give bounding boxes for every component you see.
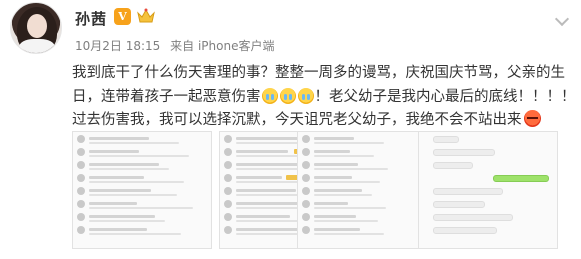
post-line-1: 我到底干了什么伤天害理的事？整整一周多的谩骂，庆祝国庆节骂，父亲的生	[72, 65, 565, 81]
post-date[interactable]: 10月2日 18:15	[75, 39, 160, 53]
attached-screenshot-1[interactable]	[72, 131, 212, 249]
attached-screenshot-3[interactable]	[297, 131, 437, 249]
post-line-4-wrap: 过去伤害我，我可以选择沉默，今天诅咒老父幼子，我绝不会不站出来	[72, 109, 572, 133]
chevron-down-icon[interactable]	[554, 11, 570, 27]
angry-emoji-icon	[523, 110, 541, 127]
verified-badge-icon: V	[114, 8, 131, 25]
author-name[interactable]: 孙茜	[75, 8, 107, 29]
post-meta: 10月2日 18:15 来自 iPhone客户端	[75, 37, 280, 54]
post-line-4: 过去伤害我，我可以选择沉默，今天诅咒老父幼子，我绝不会不站出来	[72, 112, 522, 128]
post-line-2: 日，连带着孩子一起恶意伤害	[72, 88, 261, 105]
crying-emoji-icon	[261, 87, 278, 104]
post-line-3: ！老父幼子是我内心最后的底线！！！！	[314, 88, 576, 105]
crown-icon	[137, 8, 155, 23]
crying-emoji-icon	[279, 87, 296, 104]
post-content: 我到底干了什么伤天害理的事？整整一周多的谩骂，庆祝国庆节骂，父亲的生 日，连带着…	[72, 62, 576, 133]
post-source: 来自 iPhone客户端	[170, 39, 275, 53]
post-line-2-wrap: 日，连带着孩子一起恶意伤害 ！老父幼子是我内心最后的底线！！！！	[72, 86, 576, 110]
attached-screenshot-4[interactable]	[418, 131, 558, 249]
crying-emoji-icon	[297, 87, 314, 104]
avatar[interactable]	[10, 2, 62, 54]
